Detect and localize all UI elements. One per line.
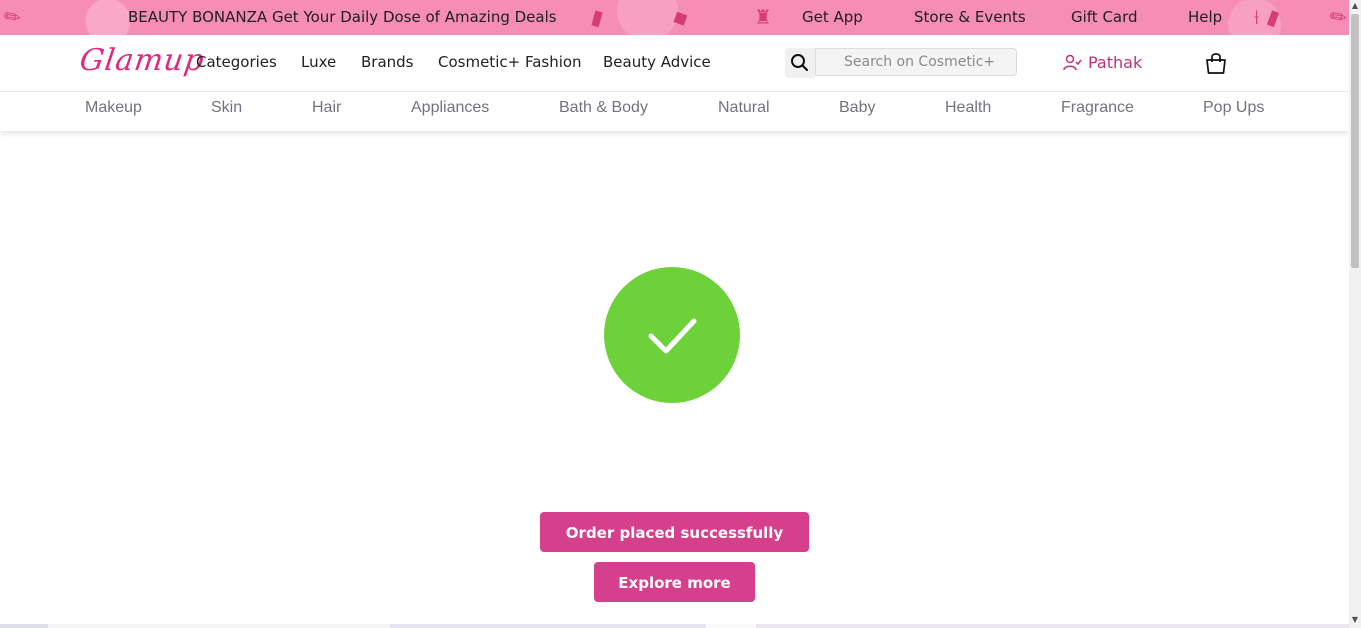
category-baby[interactable]: Baby xyxy=(839,99,875,117)
category-hair[interactable]: Hair xyxy=(312,99,341,117)
category-bath-body[interactable]: Bath & Body xyxy=(559,99,648,117)
scroll-up-icon[interactable]: ▲ xyxy=(1349,0,1361,12)
help-link[interactable]: Help xyxy=(1188,0,1222,35)
cart-button[interactable] xyxy=(1204,51,1228,75)
nav-cosmetic-fashion[interactable]: Cosmetic+ Fashion xyxy=(438,53,582,71)
scrollbar[interactable]: ▲ ▼ xyxy=(1349,0,1361,628)
nav-brands[interactable]: Brands xyxy=(361,53,414,71)
scroll-thumb[interactable] xyxy=(1351,14,1359,268)
category-appliances[interactable]: Appliances xyxy=(411,99,489,117)
category-bar: Makeup Skin Hair Appliances Bath & Body … xyxy=(0,92,1349,131)
lipstick-icon: ▮ xyxy=(589,3,606,31)
search-icon xyxy=(791,54,809,72)
category-fragrance[interactable]: Fragrance xyxy=(1061,99,1134,117)
gift-card-link[interactable]: Gift Card xyxy=(1071,0,1138,35)
logo[interactable]: Glamup xyxy=(78,43,207,78)
nav-beauty-advice[interactable]: Beauty Advice xyxy=(603,53,711,71)
success-indicator xyxy=(604,267,740,403)
nail-polish-icon: ♜ xyxy=(754,5,772,29)
category-natural[interactable]: Natural xyxy=(718,99,770,117)
category-health[interactable]: Health xyxy=(945,99,991,117)
store-events-link[interactable]: Store & Events xyxy=(914,0,1026,35)
user-account-link[interactable]: Pathak xyxy=(1062,52,1142,74)
promo-bar: ✎ ▮ ◆ ♜ ⟊ ▮ ✎ BEAUTY BONANZA Get Your Da… xyxy=(0,0,1349,35)
lipstick-icon: ▮ xyxy=(1264,3,1283,31)
brush-icon: ✎ xyxy=(0,2,27,32)
get-app-link[interactable]: Get App xyxy=(802,0,863,35)
user-name: Pathak xyxy=(1088,53,1143,72)
search-button[interactable] xyxy=(785,48,815,78)
shopping-bag-icon xyxy=(1206,53,1226,74)
compact-icon: ◆ xyxy=(667,2,692,32)
nav-luxe[interactable]: Luxe xyxy=(301,53,336,71)
category-pop-ups[interactable]: Pop Ups xyxy=(1203,99,1264,117)
mascara-icon: ⟊ xyxy=(1254,5,1260,29)
user-check-icon xyxy=(1063,54,1082,70)
brush-icon: ✎ xyxy=(1324,2,1349,32)
order-placed-button[interactable]: Order placed successfully xyxy=(540,512,809,552)
scroll-down-icon[interactable]: ▼ xyxy=(1349,614,1361,626)
search-input[interactable] xyxy=(815,48,1017,76)
category-makeup[interactable]: Makeup xyxy=(85,99,142,117)
promo-title: BEAUTY BONANZA Get Your Daily Dose of Am… xyxy=(128,8,557,26)
checkmark-icon xyxy=(648,318,697,354)
category-skin[interactable]: Skin xyxy=(211,99,242,117)
main-header: Glamup Categories Luxe Brands Cosmetic+ … xyxy=(0,35,1349,92)
explore-more-button[interactable]: Explore more xyxy=(594,562,755,602)
footer-edge xyxy=(0,624,1349,628)
nav-categories[interactable]: Categories xyxy=(196,53,277,71)
